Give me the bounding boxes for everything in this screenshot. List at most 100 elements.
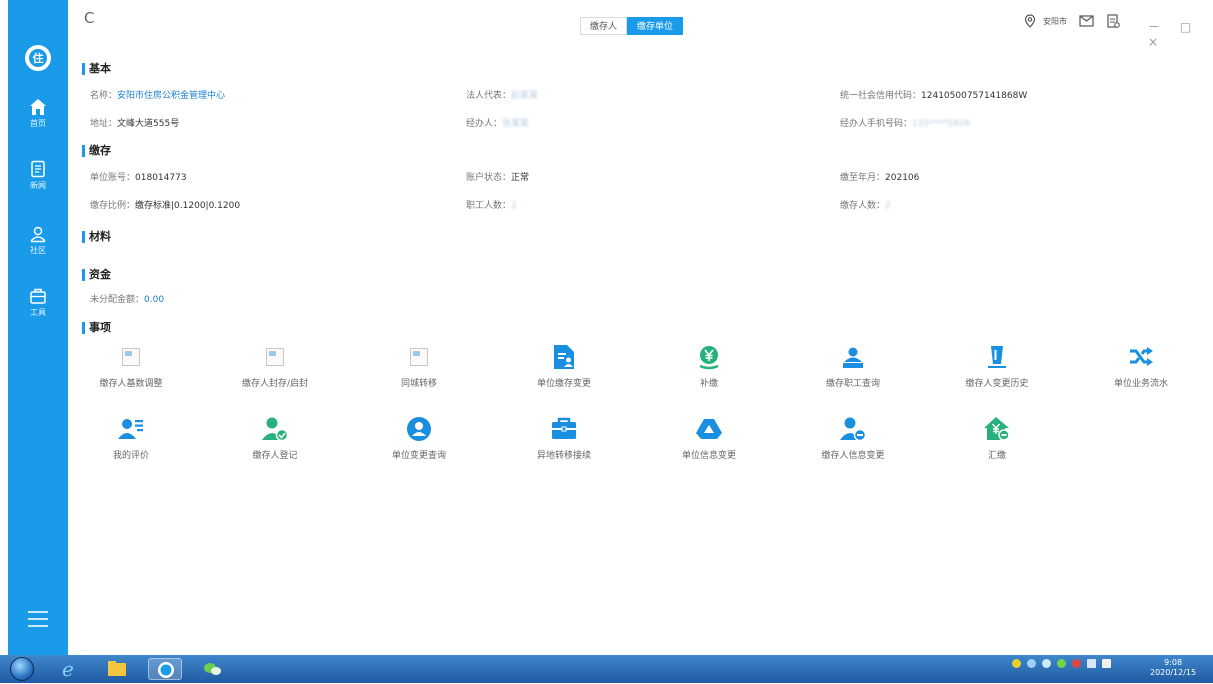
field-label: 统一社会信用代码：	[840, 91, 922, 101]
location-pin-icon[interactable]	[1023, 14, 1037, 28]
action-depositor-change-history[interactable]: 缴存人变更历史	[932, 342, 1062, 389]
refresh-icon[interactable]: C	[84, 9, 94, 27]
field-label: 单位账号：	[90, 173, 136, 183]
action-unit-transaction-flow[interactable]: 单位业务流水	[1076, 342, 1206, 389]
taskbar-clock[interactable]: 9:08 2020/12/15	[1150, 658, 1196, 678]
field-value: 155****5826	[912, 119, 971, 129]
field-value: 12410500757141868W	[921, 91, 1028, 101]
shuffle-icon	[1130, 347, 1153, 366]
start-button[interactable]	[10, 657, 34, 681]
field-label: 缴至年月：	[840, 173, 886, 183]
sidebar-item-home[interactable]: 首页	[8, 98, 68, 129]
message-icon[interactable]	[1079, 14, 1094, 28]
user-check-icon	[262, 417, 289, 442]
taskbar-explorer-button[interactable]	[100, 658, 134, 680]
section-title-basic: 基本	[82, 63, 111, 75]
tab-depositor[interactable]: 缴存人	[580, 17, 628, 35]
broken-image-icon	[410, 348, 428, 366]
svg-text:e: e	[62, 658, 74, 680]
window-controls[interactable]: － □ ×	[1148, 18, 1213, 49]
field-handler: 经办人：张某某	[466, 116, 529, 129]
action-intra-city-transfer[interactable]: 同城转移	[354, 342, 484, 389]
app-window: 住 首页 新闻 社区 工具 C 缴存人 缴存单位 安阳市 － □ × 基本 名称…	[0, 0, 1213, 655]
sidebar-item-community[interactable]: 社区	[8, 225, 68, 256]
volume-icon[interactable]	[1102, 659, 1111, 668]
tray-alert-icon[interactable]	[1072, 659, 1081, 668]
section-title-materials: 材料	[82, 231, 111, 243]
taskbar-wechat-button[interactable]	[196, 658, 230, 680]
top-bar: C 缴存人 缴存单位 安阳市 － □ ×	[68, 0, 1213, 49]
sidebar-item-tools[interactable]: 工具	[8, 287, 68, 318]
main-content: C 缴存人 缴存单位 安阳市 － □ × 基本 名称：安阳市住房公积金管理中心 …	[68, 0, 1213, 655]
field-account-status: 账户状态：正常	[466, 170, 529, 183]
tray-security-icon[interactable]	[1057, 659, 1066, 668]
sidebar: 住 首页 新闻 社区 工具	[8, 0, 68, 655]
field-legal-representative: 法人代表：赵某某	[466, 88, 538, 101]
field-label: 名称：	[90, 91, 118, 101]
action-supplementary-payment[interactable]: 补缴	[644, 342, 774, 389]
field-depositor-count: 缴存人数：2	[840, 198, 891, 211]
action-label: 缴存人登记	[252, 451, 298, 461]
app-logo-icon	[158, 662, 174, 678]
clock-time: 9:08	[1164, 658, 1183, 667]
action-depositor-info-change[interactable]: 缴存人信息变更	[788, 414, 918, 461]
field-credit-code: 统一社会信用代码：12410500757141868W	[840, 88, 1027, 101]
action-unit-change-query[interactable]: 单位变更查询	[354, 414, 484, 461]
action-label: 单位信息变更	[681, 451, 736, 461]
action-staff-query[interactable]: 缴存职工查询	[788, 342, 918, 389]
taskbar: e 9:08 2020/12/15	[0, 655, 1213, 683]
action-depositor-registration[interactable]: 缴存人登记	[210, 414, 340, 461]
system-tray	[1012, 659, 1111, 668]
field-value: 缴存标准|0.1200|0.1200	[135, 201, 241, 211]
action-label: 单位变更查询	[391, 451, 446, 461]
hamburger-menu-icon[interactable]	[28, 611, 48, 632]
action-base-adjust[interactable]: 缴存人基数调整	[66, 342, 196, 389]
city-label[interactable]: 安阳市	[1043, 16, 1067, 27]
action-label: 缴存人信息变更	[821, 451, 885, 461]
tray-chat-icon[interactable]	[1042, 659, 1051, 668]
staff-query-icon	[843, 347, 863, 368]
field-deposit-ratio: 缴存比例：缴存标准|0.1200|0.1200	[90, 198, 240, 211]
internet-explorer-icon: e	[62, 657, 74, 681]
action-label: 缴存人封存/启封	[241, 379, 309, 389]
field-label: 地址：	[90, 119, 118, 129]
house-yuan-icon	[984, 417, 1010, 441]
field-value: 2	[885, 201, 891, 211]
field-value: 正常	[511, 173, 530, 183]
drive-icon	[696, 419, 722, 439]
section-title-deposit: 缴存	[82, 145, 111, 157]
field-value: 202106	[885, 173, 920, 183]
unit-name-link[interactable]: 安阳市住房公积金管理中心	[117, 91, 225, 101]
taskbar-ie-button[interactable]: e	[52, 657, 86, 681]
folder-icon	[108, 661, 126, 676]
sidebar-item-label: 社区	[30, 246, 46, 255]
document-icon[interactable]	[1106, 14, 1120, 28]
tray-network-icon[interactable]	[1027, 659, 1036, 668]
news-icon	[31, 160, 45, 178]
action-seal-unseal[interactable]: 缴存人封存/启封	[210, 342, 340, 389]
unallocated-amount-value[interactable]: 0.00	[144, 295, 164, 305]
field-value: 赵某某	[511, 91, 539, 101]
broken-image-icon	[122, 348, 140, 366]
sidebar-item-news[interactable]: 新闻	[8, 160, 68, 191]
action-remote-transfer[interactable]: 异地转移接续	[499, 414, 629, 461]
tray-app-icon[interactable]	[1012, 659, 1021, 668]
action-label: 补缴	[699, 379, 718, 389]
action-label: 汇缴	[987, 451, 1006, 461]
signal-icon[interactable]	[1087, 659, 1096, 668]
document-person-icon	[554, 345, 574, 369]
tab-depositing-unit[interactable]: 缴存单位	[627, 17, 684, 35]
action-my-evaluation[interactable]: 我的评价	[66, 414, 196, 461]
section-title-items: 事项	[82, 322, 111, 334]
field-label: 缴存比例：	[90, 201, 136, 211]
field-address: 地址：文峰大道555号	[90, 116, 179, 129]
clock-date: 2020/12/15	[1150, 668, 1197, 677]
action-batch-payment[interactable]: 汇缴	[932, 414, 1062, 461]
action-unit-info-change[interactable]: 单位信息变更	[644, 414, 774, 461]
field-paid-until: 缴至年月：202106	[840, 170, 919, 183]
taskbar-app-button[interactable]	[148, 658, 182, 680]
action-label: 缴存人变更历史	[965, 379, 1029, 389]
action-unit-deposit-change[interactable]: 单位缴存变更	[499, 342, 629, 389]
action-label: 同城转移	[400, 379, 437, 389]
broken-image-icon	[266, 348, 284, 366]
